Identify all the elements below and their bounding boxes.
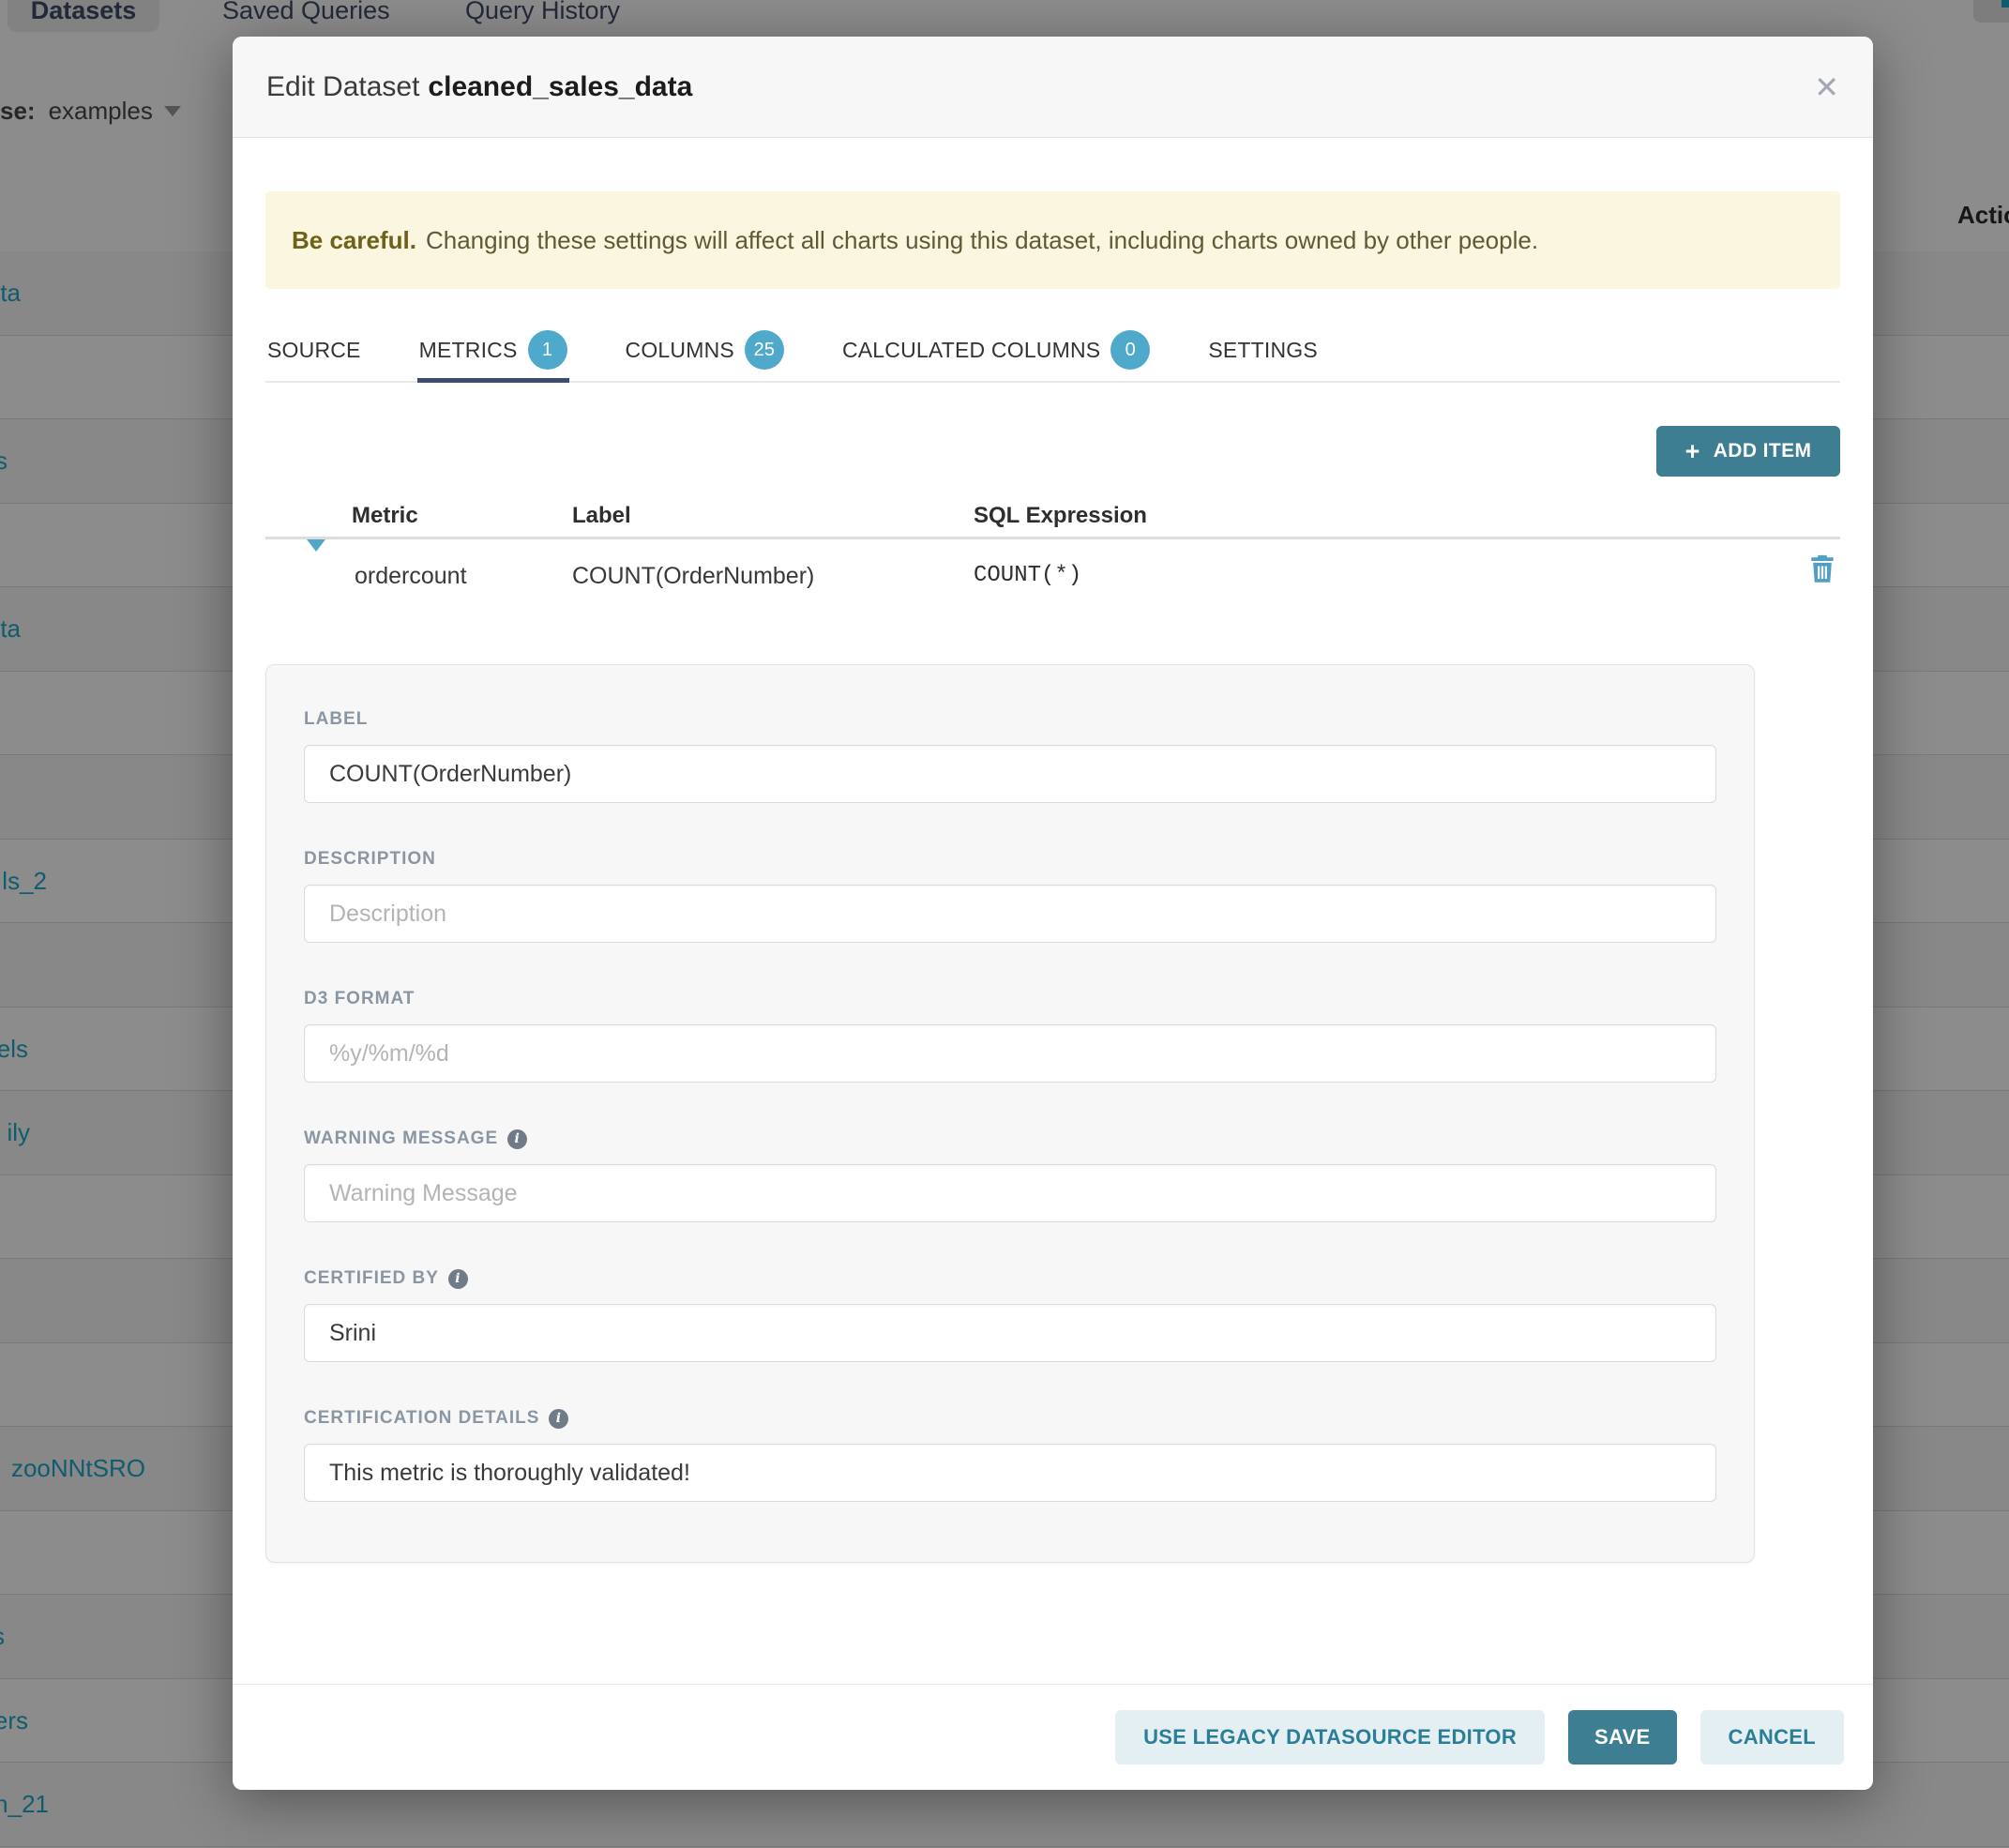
dataset-editor-tabs: SOURCE METRICS 1 COLUMNS 25 CALCULATED C… — [265, 319, 1840, 383]
save-button[interactable]: SAVE — [1568, 1710, 1676, 1765]
plus-icon: + — [1685, 439, 1700, 464]
tab-source[interactable]: SOURCE — [265, 319, 363, 381]
close-icon[interactable]: ✕ — [1814, 72, 1839, 102]
tab-columns[interactable]: COLUMNS 25 — [624, 319, 786, 381]
metric-label-cell[interactable]: COUNT(OrderNumber) — [572, 539, 814, 613]
tab-metrics-badge: 1 — [528, 330, 567, 370]
info-icon: i — [507, 1129, 527, 1149]
modal-title: Edit Dataset cleaned_sales_data — [266, 71, 692, 103]
metric-column-header: Metric — [352, 495, 418, 537]
modal-footer: USE LEGACY DATASOURCE EDITOR SAVE CANCEL — [233, 1684, 1873, 1790]
cancel-button[interactable]: CANCEL — [1700, 1710, 1844, 1765]
info-icon: i — [549, 1409, 568, 1429]
collapse-caret-icon[interactable] — [307, 539, 325, 552]
warning-message-input[interactable] — [304, 1164, 1716, 1222]
warning-banner-text: Changing these settings will affect all … — [426, 226, 1538, 255]
tab-settings[interactable]: SETTINGS — [1206, 319, 1320, 381]
edit-dataset-modal: Edit Dataset cleaned_sales_data ✕ Be care… — [233, 37, 1873, 1790]
field-certified-by: CERTIFIED BY i — [304, 1267, 1716, 1362]
metric-detail-panel: LABEL DESCRIPTION D3 FORMAT WARNING MESS… — [265, 664, 1755, 1563]
use-legacy-datasource-editor-button[interactable]: USE LEGACY DATASOURCE EDITOR — [1115, 1710, 1545, 1765]
certified-by-input[interactable] — [304, 1304, 1716, 1362]
label-column-header: Label — [572, 495, 631, 537]
tab-calculated-columns-badge: 0 — [1110, 330, 1150, 370]
metric-row-ordercount: ordercount COUNT(OrderNumber) COUNT(*) — [265, 539, 1840, 613]
tab-columns-badge: 25 — [745, 330, 784, 370]
info-icon: i — [448, 1269, 468, 1289]
sql-expression-column-header: SQL Expression — [974, 495, 1147, 537]
metric-name-cell[interactable]: ordercount — [355, 539, 467, 613]
add-item-button[interactable]: + ADD ITEM — [1656, 426, 1840, 477]
warning-banner: Be careful. Changing these settings will… — [265, 191, 1840, 289]
tab-metrics[interactable]: METRICS 1 — [417, 319, 569, 381]
add-item-row: + ADD ITEM — [265, 426, 1840, 477]
field-warning-message: WARNING MESSAGE i — [304, 1128, 1716, 1222]
warning-banner-bold: Be careful. — [292, 226, 416, 255]
field-description: DESCRIPTION — [304, 848, 1716, 943]
modal-title-dataset-name: cleaned_sales_data — [428, 71, 692, 102]
certification-details-input[interactable] — [304, 1444, 1716, 1502]
description-input[interactable] — [304, 885, 1716, 943]
modal-header: Edit Dataset cleaned_sales_data ✕ — [233, 37, 1873, 138]
field-certification-details: CERTIFICATION DETAILS i — [304, 1407, 1716, 1502]
d3-format-input[interactable] — [304, 1024, 1716, 1083]
label-input[interactable] — [304, 745, 1716, 803]
delete-metric-icon[interactable] — [1808, 539, 1836, 613]
metric-sql-cell[interactable]: COUNT(*) — [974, 539, 1081, 613]
field-label: LABEL — [304, 708, 1716, 803]
metrics-table-header: Metric Label SQL Expression — [265, 495, 1840, 537]
modal-title-prefix: Edit Dataset — [266, 71, 419, 102]
field-d3-format: D3 FORMAT — [304, 988, 1716, 1083]
modal-body: Be careful. Changing these settings will… — [233, 191, 1873, 1563]
tab-calculated-columns[interactable]: CALCULATED COLUMNS 0 — [840, 319, 1152, 381]
